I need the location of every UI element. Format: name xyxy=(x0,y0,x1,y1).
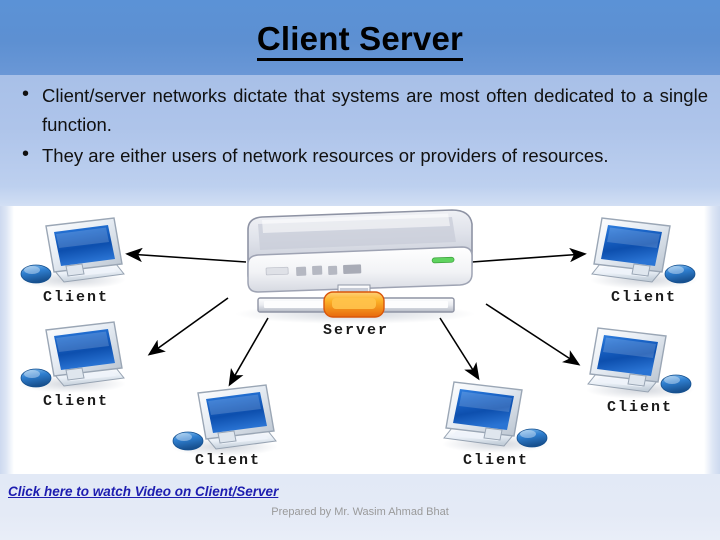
client-label: Client xyxy=(43,289,109,306)
arrow-to-client-mid-right xyxy=(485,303,581,366)
bullet-dot-icon: • xyxy=(22,143,30,165)
client-server-diagram: Server Client Client Client Client Clien… xyxy=(17,209,699,469)
slide-canvas: Client Server • Client/server networks d… xyxy=(0,0,720,540)
server-label: Server xyxy=(323,322,389,339)
credit-line: Prepared by Mr. Wasim Ahmad Bhat xyxy=(271,506,449,518)
client-mid-right: Client xyxy=(585,327,695,416)
client-label: Client xyxy=(611,289,677,306)
video-link[interactable]: Click here to watch Video on Client/Serv… xyxy=(8,484,278,499)
client-top-right: Client xyxy=(589,217,699,306)
bullet-dot-icon: • xyxy=(22,83,30,105)
client-mid-left: Client xyxy=(17,321,127,410)
client-bottom-right: Client xyxy=(441,381,551,469)
server-device: Server xyxy=(235,209,475,339)
list-item: • They are either users of network resou… xyxy=(8,141,708,170)
client-label: Client xyxy=(43,393,109,410)
arrow-to-client-bottom-left xyxy=(228,317,269,387)
arrow-to-client-top-right xyxy=(471,247,587,263)
client-label: Client xyxy=(195,452,261,469)
client-bottom-left: Client xyxy=(169,384,279,469)
client-label: Client xyxy=(607,399,673,416)
list-item-text: Client/server networks dictate that syst… xyxy=(42,85,708,135)
arrow-to-client-bottom-right xyxy=(439,317,480,381)
client-label: Client xyxy=(463,452,529,469)
bullet-list: • Client/server networks dictate that sy… xyxy=(8,81,708,172)
page-title-text: Client Server xyxy=(256,20,464,61)
arrow-to-client-mid-left xyxy=(147,297,229,356)
server-led-icon xyxy=(431,256,455,264)
arrow-to-client-top-left xyxy=(125,247,247,263)
client-top-left: Client xyxy=(17,217,127,306)
list-item-text: They are either users of network resourc… xyxy=(42,145,609,166)
list-item: • Client/server networks dictate that sy… xyxy=(8,81,708,139)
page-title: Client Server xyxy=(0,20,720,61)
